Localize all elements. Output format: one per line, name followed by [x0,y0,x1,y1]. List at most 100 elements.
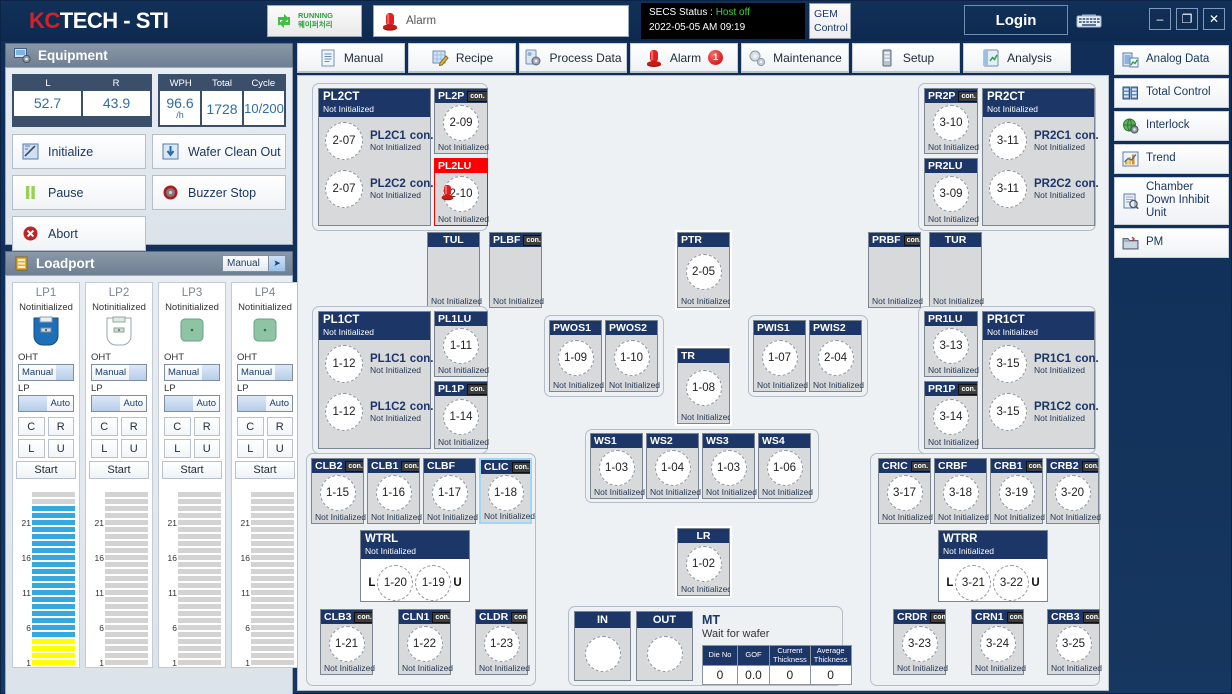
module-cric[interactable]: CRIC con. 3-17 Not Initialized [878,458,933,524]
sidebar-item-trend[interactable]: Trend [1114,144,1229,174]
module-crb3[interactable]: CRB3 con. 3-25 Not Initialized [1047,609,1102,675]
module-pr1lu[interactable]: PR1LU 3-13 Not Initialized [924,311,979,377]
module-pr2p[interactable]: PR2P con. 3-10 Not Initialized [924,88,979,154]
tab-maintenance[interactable]: Maintenance [741,43,849,73]
loadport-key-u[interactable]: U [266,439,293,458]
module-pr1ct[interactable]: PR1CT Not Initialized 3-15 PR1C1 con. No… [982,311,1099,449]
buzzer-stop-button[interactable]: Buzzer Stop [152,175,286,211]
module-ptr[interactable]: PTR 2-05 Not Initialized [675,230,732,310]
tab-process-data[interactable]: Process Data [519,43,627,73]
loadport-key-l[interactable]: L [237,439,264,458]
lp-mode-toggle[interactable]: Auto [237,395,293,412]
pr1c1-row[interactable]: 3-15 PR1C1 con. Not Initialized [983,340,1099,383]
oht-mode-toggle[interactable]: Manual [91,364,147,381]
module-pwos1[interactable]: PWOS1 1-09 Not Initialized [549,320,604,392]
module-crbf[interactable]: CRBF 3-18 Not Initialized [934,458,989,524]
pr2c1-row[interactable]: 3-11 PR2C1 con. Not Initialized [983,117,1099,160]
module-pr1p[interactable]: PR1P con. 3-14 Not Initialized [924,381,979,449]
module-crb2[interactable]: CRB2 con. 3-20 Not Initialized [1046,458,1101,524]
maximize-button[interactable]: ❐ [1176,8,1198,30]
module-out[interactable]: OUT [636,611,693,681]
loadport-key-c[interactable]: C [237,417,264,436]
gem-control-button[interactable]: GEM Control [809,3,851,39]
module-pr2lu[interactable]: PR2LU 3-09 Not Initialized [924,158,979,226]
wafer-clean-out-button[interactable]: Wafer Clean Out [152,134,286,170]
module-pl2lu[interactable]: PL2LU 2-10 Not Initialized [434,158,489,226]
sidebar-item-interlock[interactable]: Interlock [1114,111,1229,141]
loadport-start-button[interactable]: Start [162,461,222,479]
loadport-key-l[interactable]: L [164,439,191,458]
module-crn1[interactable]: CRN1 con. 3-24 Not Initialized [971,609,1026,675]
loadport-key-c[interactable]: C [18,417,45,436]
keyboard-button[interactable] [1074,7,1104,33]
tab-analysis[interactable]: Analysis [963,43,1071,73]
close-button[interactable]: ✕ [1203,8,1225,30]
loadport-key-l[interactable]: L [18,439,45,458]
module-pwis2[interactable]: PWIS2 2-04 Not Initialized [809,320,864,392]
sidebar-item-chamber-down-inhibit-unit[interactable]: Chamber Down Inhibit Unit [1114,177,1229,225]
loadport-start-button[interactable]: Start [235,461,295,479]
module-clb1[interactable]: CLB1 con. 1-16 Not Initialized [367,458,422,524]
module-crb1[interactable]: CRB1 con. 3-19 Not Initialized [990,458,1045,524]
module-ws4[interactable]: WS4 1-06 Not Initialized [758,433,813,499]
module-cln1[interactable]: CLN1 con. 1-22 Not Initialized [398,609,453,675]
module-in[interactable]: IN [574,611,631,681]
oht-mode-toggle[interactable]: Manual [237,364,293,381]
pr1c2-row[interactable]: 3-15 PR1C2 con. Not Initialized [983,383,1099,431]
module-lr[interactable]: LR 1-02 Not Initialized [675,526,732,598]
pl1c2-row[interactable]: 1-12 PL1C2 con. Not Initialized [319,383,433,431]
pause-button[interactable]: Pause [12,175,146,211]
module-pl1lu[interactable]: PL1LU 1-11 Not Initialized [434,311,489,377]
module-pwis1[interactable]: PWIS1 1-07 Not Initialized [753,320,808,392]
pl1c1-row[interactable]: 1-12 PL1C1 con. Not Initialized [319,340,433,383]
loadport-key-u[interactable]: U [47,439,74,458]
loadport-mode-selector[interactable]: Manual ➤ [222,255,286,272]
module-clbf[interactable]: CLBF 1-17 Not Initialized [423,458,478,524]
module-pl1ct[interactable]: PL1CT Not Initialized 1-12 PL1C1 con. No… [318,311,433,449]
initialize-button[interactable]: Initialize [12,134,146,170]
loadport-key-r[interactable]: R [193,417,220,436]
loadport-key-r[interactable]: R [47,417,74,436]
module-clic[interactable]: CLIC con. 1-18 Not Initialized [479,458,535,524]
loadport-lp4[interactable]: LP4 Notinitialized OHT Manual LP Auto C R L U Star… [231,282,299,668]
module-clb3[interactable]: CLB3 con. 1-21 Not Initialized [320,609,375,675]
module-pwos2[interactable]: PWOS2 1-10 Not Initialized [605,320,660,392]
loadport-key-r[interactable]: R [266,417,293,436]
module-ws2[interactable]: WS2 1-04 Not Initialized [646,433,701,499]
module-plbf[interactable]: PLBF con. Not Initialized [489,232,544,308]
oht-mode-toggle[interactable]: Manual [18,364,74,381]
lp-mode-toggle[interactable]: Auto [91,395,147,412]
alarm-message-bar[interactable]: Alarm [373,5,629,37]
loadport-start-button[interactable]: Start [16,461,76,479]
loadport-lp2[interactable]: LP2 Notinitialized OHT Manual LP Auto C R L U Star… [85,282,153,668]
module-tr[interactable]: TR 1-08 Not Initialized [675,346,732,426]
loadport-key-c[interactable]: C [164,417,191,436]
module-ws1[interactable]: WS1 1-03 Not Initialized [590,433,645,499]
abort-button[interactable]: Abort [12,216,146,252]
minimize-button[interactable]: – [1149,8,1171,30]
loadport-key-l[interactable]: L [91,439,118,458]
module-ws3[interactable]: WS3 1-03 Not Initialized [702,433,757,499]
running-status-indicator[interactable]: RUNNING 웨이퍼처리 [267,5,362,37]
login-button[interactable]: Login [964,5,1068,35]
module-pr2ct[interactable]: PR2CT Not Initialized 3-11 PR2C1 con. No… [982,88,1099,226]
loadport-start-button[interactable]: Start [89,461,149,479]
module-pl2p[interactable]: PL2P con. 2-09 Not Initialized [434,88,489,154]
loadport-lp3[interactable]: LP3 Notinitialized OHT Manual LP Auto C R L U Star… [158,282,226,668]
module-pl2ct[interactable]: PL2CT Not Initialized 2-07 PL2C1 con. No… [318,88,433,226]
module-crdr[interactable]: CRDRcon. 3-23 Not Initialized [893,609,948,675]
module-wtrr[interactable]: WTRR Not Initialized L 3-21 3-22 U [938,530,1048,602]
oht-mode-toggle[interactable]: Manual [164,364,220,381]
module-pl1p[interactable]: PL1P con. 1-14 Not Initialized [434,381,489,449]
pr2c2-row[interactable]: 3-11 PR2C2 con. Not Initialized [983,160,1099,208]
lp-mode-toggle[interactable]: Auto [18,395,74,412]
pl2c1-row[interactable]: 2-07 PL2C1 con. Not Initialized [319,117,433,160]
loadport-lp1[interactable]: LP1 Notinitialized OHT Manual LP Auto C R L U Star… [12,282,80,668]
loadport-key-c[interactable]: C [91,417,118,436]
sidebar-item-analog-data[interactable]: Analog Data [1114,45,1229,75]
sidebar-item-total-control[interactable]: Total Control [1114,78,1229,108]
tab-alarm[interactable]: Alarm 1 [630,43,738,73]
pl2c2-row[interactable]: 2-07 PL2C2 con. Not Initialized [319,160,433,208]
sidebar-item-pm[interactable]: PM [1114,227,1229,258]
tab-recipe[interactable]: Recipe [408,43,516,73]
